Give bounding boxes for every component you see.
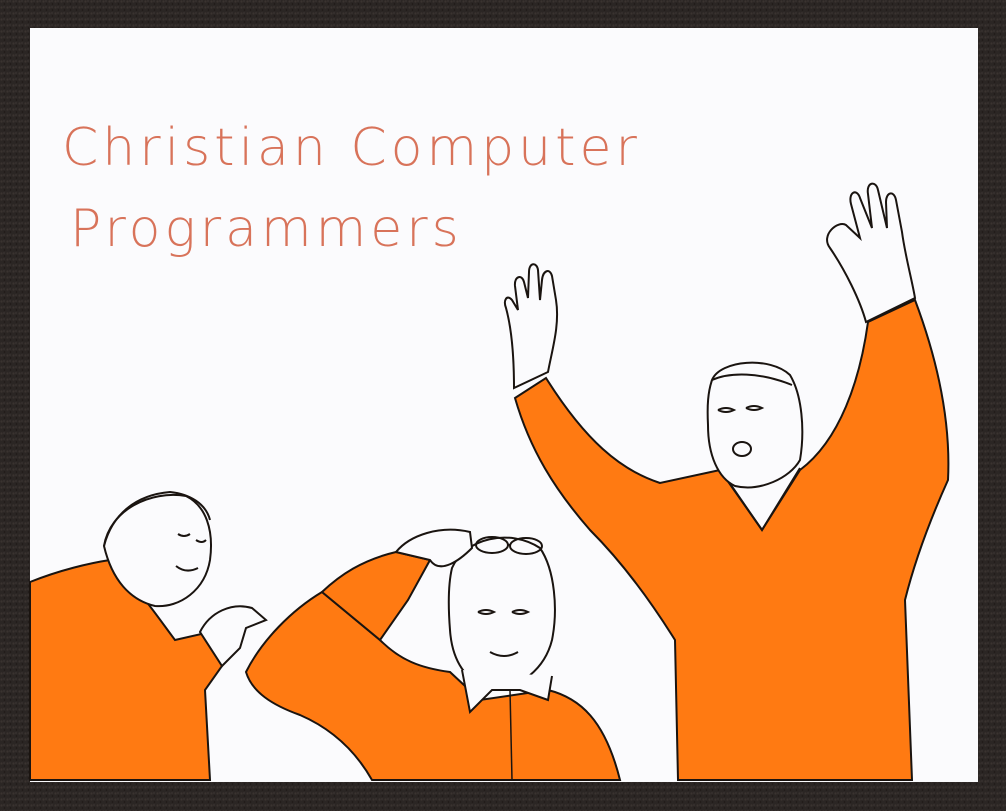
caption-line-1: Christian Computer <box>62 118 641 178</box>
figure-middle-head <box>447 536 556 690</box>
figure-right-head <box>706 361 804 489</box>
caption-line-2: Programmers <box>70 199 463 259</box>
drawing-canvas: Christian Computer Programmers <box>0 0 1006 811</box>
photo-frame: Christian Computer Programmers <box>0 0 1006 811</box>
